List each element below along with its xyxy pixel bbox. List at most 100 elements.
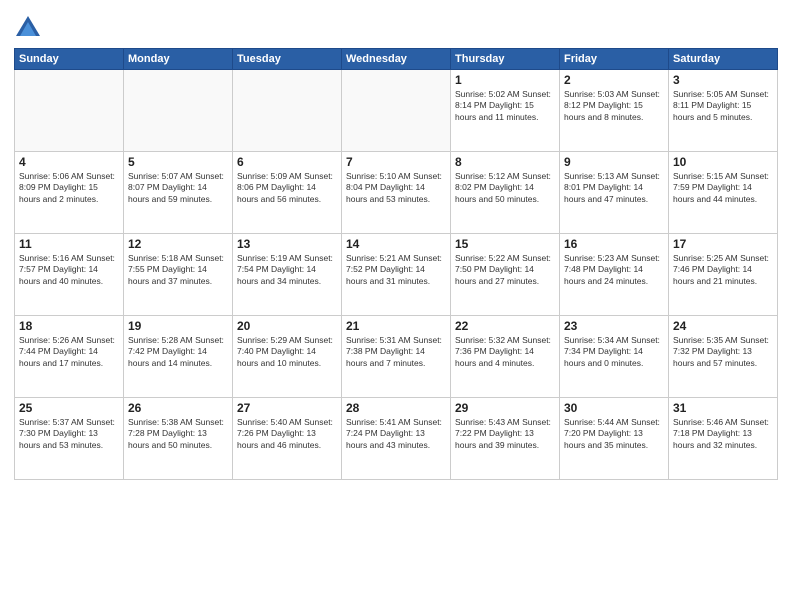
calendar-cell: 22 Sunrise: 5:32 AM Sunset: 7:36 PM Dayli… <box>451 316 560 398</box>
calendar-cell <box>124 70 233 152</box>
day-number: 17 <box>673 237 773 251</box>
day-info: Sunrise: 5:26 AM Sunset: 7:44 PM Dayligh… <box>19 335 119 369</box>
calendar-cell: 28 Sunrise: 5:41 AM Sunset: 7:24 PM Dayli… <box>342 398 451 480</box>
day-info: Sunrise: 5:34 AM Sunset: 7:34 PM Dayligh… <box>564 335 664 369</box>
day-info: Sunrise: 5:31 AM Sunset: 7:38 PM Dayligh… <box>346 335 446 369</box>
day-number: 28 <box>346 401 446 415</box>
day-number: 26 <box>128 401 228 415</box>
day-info: Sunrise: 5:09 AM Sunset: 8:06 PM Dayligh… <box>237 171 337 205</box>
day-info: Sunrise: 5:22 AM Sunset: 7:50 PM Dayligh… <box>455 253 555 287</box>
weekday-header: Wednesday <box>342 49 451 70</box>
day-number: 6 <box>237 155 337 169</box>
day-info: Sunrise: 5:44 AM Sunset: 7:20 PM Dayligh… <box>564 417 664 451</box>
day-number: 31 <box>673 401 773 415</box>
calendar-cell: 2Sunrise: 5:03 AM Sunset: 8:12 PM Daylig… <box>560 70 669 152</box>
day-number: 4 <box>19 155 119 169</box>
weekday-header-row: SundayMondayTuesdayWednesdayThursdayFrid… <box>15 49 778 70</box>
day-info: Sunrise: 5:25 AM Sunset: 7:46 PM Dayligh… <box>673 253 773 287</box>
day-info: Sunrise: 5:07 AM Sunset: 8:07 PM Dayligh… <box>128 171 228 205</box>
calendar-cell: 25 Sunrise: 5:37 AM Sunset: 7:30 PM Dayli… <box>15 398 124 480</box>
day-info: Sunrise: 5:40 AM Sunset: 7:26 PM Dayligh… <box>237 417 337 451</box>
calendar-cell: 12 Sunrise: 5:18 AM Sunset: 7:55 PM Dayli… <box>124 234 233 316</box>
calendar-cell: 3 Sunrise: 5:05 AM Sunset: 8:11 PM Daylig… <box>669 70 778 152</box>
calendar-cell: 13Sunrise: 5:19 AM Sunset: 7:54 PM Dayli… <box>233 234 342 316</box>
logo <box>14 14 46 42</box>
day-info: Sunrise: 5:37 AM Sunset: 7:30 PM Dayligh… <box>19 417 119 451</box>
calendar-cell: 10Sunrise: 5:15 AM Sunset: 7:59 PM Dayli… <box>669 152 778 234</box>
calendar-cell: 29 Sunrise: 5:43 AM Sunset: 7:22 PM Dayli… <box>451 398 560 480</box>
day-number: 22 <box>455 319 555 333</box>
day-number: 20 <box>237 319 337 333</box>
day-info: Sunrise: 5:03 AM Sunset: 8:12 PM Dayligh… <box>564 89 664 123</box>
day-number: 7 <box>346 155 446 169</box>
day-number: 18 <box>19 319 119 333</box>
calendar-week-row: 1 Sunrise: 5:02 AM Sunset: 8:14 PM Daylig… <box>15 70 778 152</box>
weekday-header: Tuesday <box>233 49 342 70</box>
calendar: SundayMondayTuesdayWednesdayThursdayFrid… <box>14 48 778 480</box>
day-number: 27 <box>237 401 337 415</box>
calendar-cell: 5 Sunrise: 5:07 AM Sunset: 8:07 PM Daylig… <box>124 152 233 234</box>
header <box>14 10 778 42</box>
weekday-header: Saturday <box>669 49 778 70</box>
calendar-cell: 11 Sunrise: 5:16 AM Sunset: 7:57 PM Dayli… <box>15 234 124 316</box>
day-info: Sunrise: 5:28 AM Sunset: 7:42 PM Dayligh… <box>128 335 228 369</box>
calendar-cell: 21 Sunrise: 5:31 AM Sunset: 7:38 PM Dayli… <box>342 316 451 398</box>
day-info: Sunrise: 5:18 AM Sunset: 7:55 PM Dayligh… <box>128 253 228 287</box>
calendar-cell: 7 Sunrise: 5:10 AM Sunset: 8:04 PM Daylig… <box>342 152 451 234</box>
weekday-header: Sunday <box>15 49 124 70</box>
weekday-header: Monday <box>124 49 233 70</box>
day-info: Sunrise: 5:10 AM Sunset: 8:04 PM Dayligh… <box>346 171 446 205</box>
day-number: 3 <box>673 73 773 87</box>
day-info: Sunrise: 5:35 AM Sunset: 7:32 PM Dayligh… <box>673 335 773 369</box>
day-number: 1 <box>455 73 555 87</box>
day-number: 14 <box>346 237 446 251</box>
day-info: Sunrise: 5:29 AM Sunset: 7:40 PM Dayligh… <box>237 335 337 369</box>
day-number: 16 <box>564 237 664 251</box>
day-info: Sunrise: 5:12 AM Sunset: 8:02 PM Dayligh… <box>455 171 555 205</box>
weekday-header: Thursday <box>451 49 560 70</box>
calendar-week-row: 25 Sunrise: 5:37 AM Sunset: 7:30 PM Dayli… <box>15 398 778 480</box>
day-number: 5 <box>128 155 228 169</box>
calendar-cell: 30Sunrise: 5:44 AM Sunset: 7:20 PM Dayli… <box>560 398 669 480</box>
day-info: Sunrise: 5:41 AM Sunset: 7:24 PM Dayligh… <box>346 417 446 451</box>
calendar-cell <box>342 70 451 152</box>
day-number: 8 <box>455 155 555 169</box>
calendar-week-row: 4Sunrise: 5:06 AM Sunset: 8:09 PM Daylig… <box>15 152 778 234</box>
weekday-header: Friday <box>560 49 669 70</box>
day-number: 29 <box>455 401 555 415</box>
calendar-cell: 14 Sunrise: 5:21 AM Sunset: 7:52 PM Dayli… <box>342 234 451 316</box>
day-info: Sunrise: 5:21 AM Sunset: 7:52 PM Dayligh… <box>346 253 446 287</box>
day-info: Sunrise: 5:05 AM Sunset: 8:11 PM Dayligh… <box>673 89 773 123</box>
day-info: Sunrise: 5:43 AM Sunset: 7:22 PM Dayligh… <box>455 417 555 451</box>
calendar-cell: 27 Sunrise: 5:40 AM Sunset: 7:26 PM Dayli… <box>233 398 342 480</box>
day-number: 21 <box>346 319 446 333</box>
calendar-cell: 20 Sunrise: 5:29 AM Sunset: 7:40 PM Dayli… <box>233 316 342 398</box>
calendar-cell: 4Sunrise: 5:06 AM Sunset: 8:09 PM Daylig… <box>15 152 124 234</box>
calendar-cell: 18 Sunrise: 5:26 AM Sunset: 7:44 PM Dayli… <box>15 316 124 398</box>
day-number: 9 <box>564 155 664 169</box>
calendar-cell: 15 Sunrise: 5:22 AM Sunset: 7:50 PM Dayli… <box>451 234 560 316</box>
day-info: Sunrise: 5:02 AM Sunset: 8:14 PM Dayligh… <box>455 89 555 123</box>
calendar-cell: 19Sunrise: 5:28 AM Sunset: 7:42 PM Dayli… <box>124 316 233 398</box>
calendar-cell <box>15 70 124 152</box>
calendar-cell: 26Sunrise: 5:38 AM Sunset: 7:28 PM Dayli… <box>124 398 233 480</box>
calendar-cell <box>233 70 342 152</box>
calendar-week-row: 18 Sunrise: 5:26 AM Sunset: 7:44 PM Dayli… <box>15 316 778 398</box>
day-info: Sunrise: 5:46 AM Sunset: 7:18 PM Dayligh… <box>673 417 773 451</box>
calendar-cell: 8 Sunrise: 5:12 AM Sunset: 8:02 PM Daylig… <box>451 152 560 234</box>
day-number: 15 <box>455 237 555 251</box>
day-number: 12 <box>128 237 228 251</box>
day-info: Sunrise: 5:23 AM Sunset: 7:48 PM Dayligh… <box>564 253 664 287</box>
day-number: 13 <box>237 237 337 251</box>
calendar-cell: 9Sunrise: 5:13 AM Sunset: 8:01 PM Daylig… <box>560 152 669 234</box>
day-info: Sunrise: 5:16 AM Sunset: 7:57 PM Dayligh… <box>19 253 119 287</box>
day-number: 11 <box>19 237 119 251</box>
calendar-cell: 24Sunrise: 5:35 AM Sunset: 7:32 PM Dayli… <box>669 316 778 398</box>
calendar-cell: 23 Sunrise: 5:34 AM Sunset: 7:34 PM Dayli… <box>560 316 669 398</box>
calendar-cell: 1 Sunrise: 5:02 AM Sunset: 8:14 PM Daylig… <box>451 70 560 152</box>
calendar-cell: 17 Sunrise: 5:25 AM Sunset: 7:46 PM Dayli… <box>669 234 778 316</box>
day-number: 25 <box>19 401 119 415</box>
logo-icon <box>14 14 42 42</box>
day-number: 23 <box>564 319 664 333</box>
day-info: Sunrise: 5:32 AM Sunset: 7:36 PM Dayligh… <box>455 335 555 369</box>
